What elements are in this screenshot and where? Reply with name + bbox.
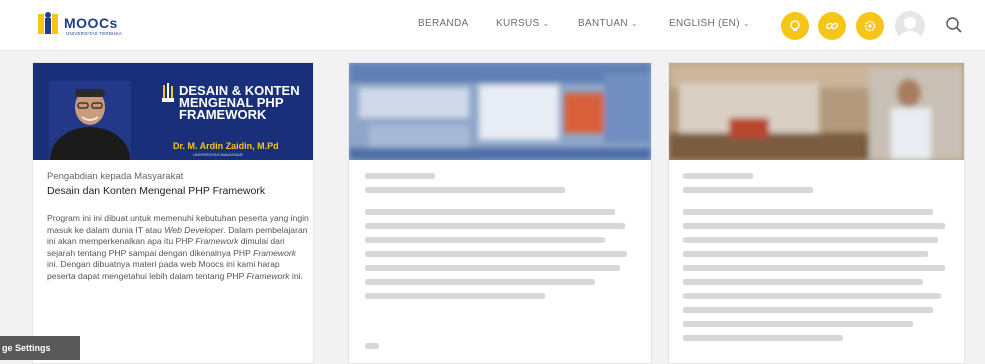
nav-kursus[interactable]: KURSUS ⌄ <box>496 18 550 29</box>
blurred-text <box>365 265 620 271</box>
chevron-down-icon: ⌄ <box>742 19 750 28</box>
blurred-text <box>683 307 933 313</box>
pencil-icon <box>162 83 174 102</box>
blurred-text <box>365 223 625 229</box>
blurred-text <box>365 173 435 179</box>
blurred-text <box>683 223 945 229</box>
course-banner-image[interactable]: DESAIN & KONTEN MENGENAL PHP FRAMEWORK D… <box>33 63 313 160</box>
course-image-blurred <box>349 63 651 160</box>
desc-emphasis: Framework <box>195 236 239 246</box>
gear-icon <box>864 20 876 32</box>
blurred-text <box>365 209 615 215</box>
course-image-blurred <box>669 63 964 160</box>
nav-kursus-label: KURSUS <box>496 18 540 29</box>
nav-beranda-label: BERANDA <box>418 18 469 29</box>
course-card[interactable]: DESAIN & KONTEN MENGENAL PHP FRAMEWORK D… <box>32 62 314 364</box>
blurred-text <box>683 209 933 215</box>
page-settings-label: ge Settings <box>2 343 51 353</box>
blurred-text <box>683 279 923 285</box>
blurred-text <box>365 251 627 257</box>
blurred-text <box>365 279 595 285</box>
settings-button[interactable] <box>856 12 884 40</box>
desc-emphasis: Web Developer <box>164 224 224 235</box>
blurred-text <box>365 293 545 299</box>
course-card-blurred[interactable] <box>668 62 965 364</box>
blurred-text <box>683 293 941 299</box>
nav-language-label: ENGLISH (EN) <box>669 18 740 29</box>
blurred-text <box>365 237 605 243</box>
search-icon[interactable] <box>945 16 963 34</box>
link-icon <box>825 22 839 30</box>
blurred-text <box>683 265 945 271</box>
blurred-text <box>365 343 379 349</box>
blurred-text <box>365 187 565 193</box>
desc-emphasis: Framework <box>253 247 297 258</box>
user-avatar[interactable] <box>895 11 925 41</box>
desc-emphasis: Framework <box>246 270 290 281</box>
nav-bantuan-label: BANTUAN <box>578 18 628 29</box>
course-description: Program ini ini dibuat untuk memenuhi ke… <box>47 213 309 282</box>
banner-instructor-name: Dr. M. Ardin Zaidin, M.Pd <box>173 141 279 151</box>
banner-title: DESAIN & KONTEN MENGENAL PHP FRAMEWORK <box>179 83 300 122</box>
site-logo[interactable]: MOOCs UNIVERSITAS TERBUKA <box>38 10 148 40</box>
chevron-down-icon: ⌄ <box>630 19 638 28</box>
user-icon <box>899 17 921 41</box>
blurred-text <box>683 321 913 327</box>
course-card-blurred[interactable] <box>348 62 652 364</box>
course-title[interactable]: Desain dan Konten Mengenal PHP Framework <box>47 184 297 198</box>
nav-language[interactable]: ENGLISH (EN) ⌄ <box>669 18 750 29</box>
course-category: Pengabdian kepada Masyarakat <box>47 171 184 182</box>
desc-text: ini. Dengan dibuatnya materi pada web Mo… <box>47 259 280 281</box>
instructor-photo <box>49 81 131 160</box>
banner-institution: UNIVERSITAS MAKASSAR <box>193 152 243 157</box>
desc-text: ini. <box>289 270 303 281</box>
nav-bantuan[interactable]: BANTUAN ⌄ <box>578 18 638 29</box>
page-settings-button[interactable]: ge Settings <box>0 336 80 360</box>
logo-subtitle: UNIVERSITAS TERBUKA <box>66 31 122 36</box>
link-button[interactable] <box>818 12 846 40</box>
blurred-text <box>683 237 938 243</box>
logo-mark-icon <box>38 12 58 34</box>
lightbulb-button[interactable] <box>781 12 809 40</box>
nav-beranda[interactable]: BERANDA <box>418 18 468 29</box>
chevron-down-icon: ⌄ <box>542 19 550 28</box>
blurred-text <box>683 335 843 341</box>
blurred-text <box>683 251 928 257</box>
top-navbar: MOOCs UNIVERSITAS TERBUKA BERANDA KURSUS… <box>0 0 985 51</box>
blurred-text <box>683 187 813 193</box>
blurred-text <box>683 173 753 179</box>
lightbulb-icon <box>790 20 800 31</box>
logo-text: MOOCs <box>64 15 118 31</box>
